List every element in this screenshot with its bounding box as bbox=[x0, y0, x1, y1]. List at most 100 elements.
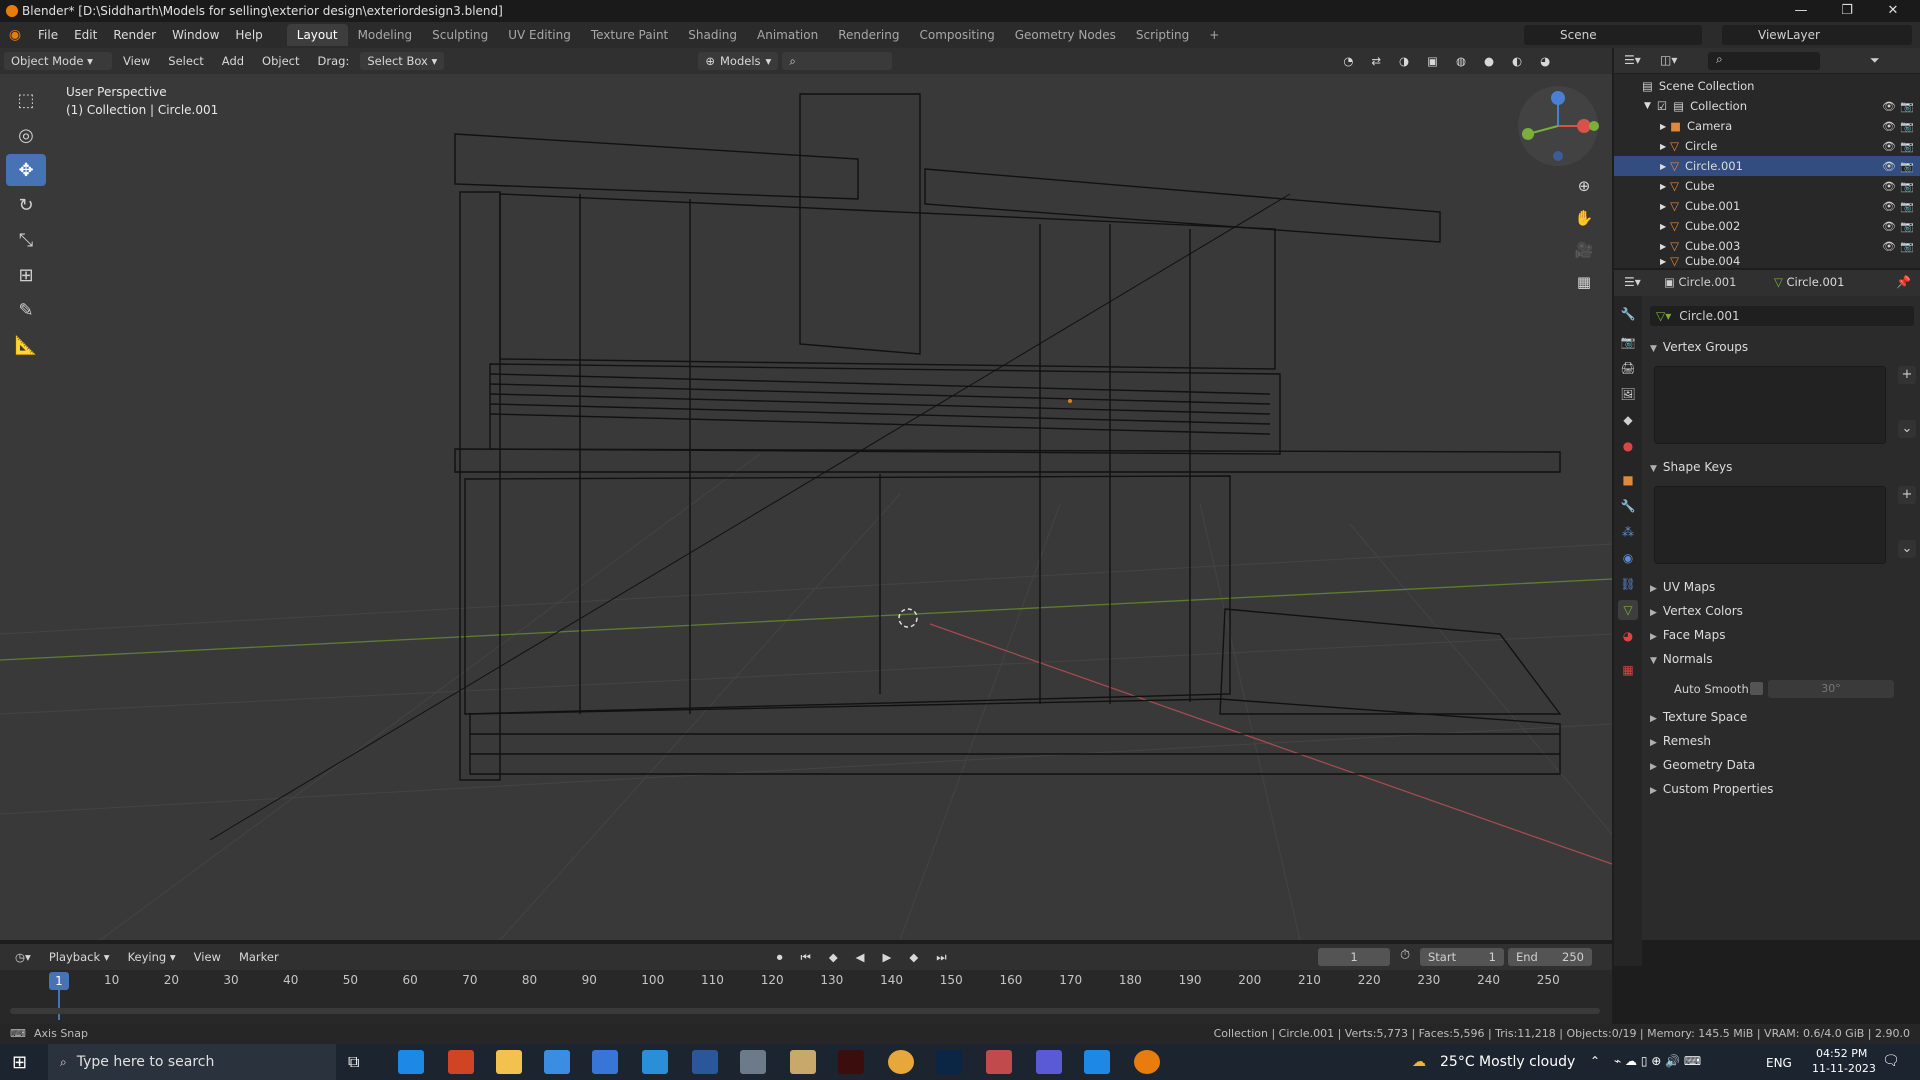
scale-tool-icon[interactable]: ⤡ bbox=[6, 224, 46, 256]
select-box-tool-icon[interactable]: ⬚ bbox=[6, 84, 46, 116]
notifications-icon[interactable]: 🗨 bbox=[1882, 1053, 1900, 1069]
pin-icon[interactable]: 📌 bbox=[1896, 275, 1911, 289]
illustrator-icon[interactable] bbox=[838, 1050, 864, 1074]
viewport-search-input[interactable]: ⌕ bbox=[782, 52, 893, 70]
tool-tab-icon[interactable]: 🔧 bbox=[1618, 304, 1638, 324]
constraints-tab-icon[interactable]: ⛓ bbox=[1618, 574, 1638, 594]
eye-icon[interactable]: 👁 bbox=[1882, 180, 1896, 193]
gizmo-x-icon[interactable] bbox=[1577, 119, 1591, 133]
measure-tool-icon[interactable]: 📐 bbox=[6, 329, 46, 361]
auto-smooth-angle-field[interactable]: 30° bbox=[1768, 680, 1894, 698]
mesh-name-field[interactable]: ▽▾ Circle.001 bbox=[1650, 306, 1914, 326]
eye-icon[interactable]: 👁 bbox=[1882, 140, 1896, 153]
material-shading-icon[interactable]: ◐ bbox=[1505, 52, 1529, 70]
add-workspace-button[interactable]: + bbox=[1199, 24, 1229, 46]
breadcrumb-object[interactable]: ▣ Circle.001 bbox=[1664, 275, 1736, 289]
word-icon[interactable] bbox=[692, 1050, 718, 1074]
render-camera-icon[interactable]: 📷 bbox=[1900, 200, 1914, 213]
menu-file[interactable]: File bbox=[30, 28, 66, 42]
navigation-gizmo[interactable] bbox=[1516, 84, 1600, 168]
particles-tab-icon[interactable]: ⁂ bbox=[1618, 522, 1638, 542]
outliner-search-input[interactable]: ⌕ bbox=[1708, 52, 1820, 70]
playhead[interactable]: 1 bbox=[49, 972, 69, 990]
wireframe-shading-icon[interactable]: ◍ bbox=[1449, 52, 1473, 70]
tab-uv-editing[interactable]: UV Editing bbox=[498, 24, 581, 46]
blender-taskbar-icon[interactable] bbox=[1134, 1050, 1160, 1074]
close-button[interactable]: ✕ bbox=[1870, 0, 1916, 22]
auto-smooth-checkbox[interactable] bbox=[1750, 682, 1763, 695]
zoom-icon[interactable]: ⊕ bbox=[1568, 172, 1600, 200]
expand-icon[interactable]: ▼ bbox=[1644, 101, 1651, 111]
maximize-button[interactable]: ❐ bbox=[1824, 0, 1870, 22]
breadcrumb-mesh[interactable]: ▽ Circle.001 bbox=[1774, 275, 1844, 289]
menu-window[interactable]: Window bbox=[164, 28, 227, 42]
shape-key-menu-button[interactable]: ⌄ bbox=[1898, 540, 1916, 558]
render-camera-icon[interactable]: 📷 bbox=[1900, 120, 1914, 133]
render-camera-icon[interactable]: 📷 bbox=[1900, 180, 1914, 193]
eye-icon[interactable]: 👁 bbox=[1882, 100, 1896, 113]
scene-tab-icon[interactable]: ◆ bbox=[1618, 410, 1638, 430]
photoshop-icon[interactable] bbox=[936, 1050, 962, 1074]
eye-icon[interactable]: 👁 bbox=[1882, 160, 1896, 173]
panel-custom-properties[interactable]: ▶ Custom Properties bbox=[1650, 782, 1914, 796]
cursor-tool-icon[interactable]: ◎ bbox=[6, 119, 46, 151]
weather-text[interactable]: 25°C Mostly cloudy bbox=[1440, 1054, 1575, 1070]
jump-end-icon[interactable]: ⏭ bbox=[929, 948, 953, 966]
eye-icon[interactable]: 👁 bbox=[1882, 240, 1896, 253]
outliner-collection[interactable]: ▼ ☑ ▤ Collection 👁 📷 bbox=[1614, 96, 1920, 116]
panel-vertex-groups[interactable]: ▼ Vertex Groups bbox=[1650, 340, 1914, 354]
overlay-icon[interactable]: ◑ bbox=[1392, 52, 1416, 70]
transform-tool-icon[interactable]: ⊞ bbox=[6, 259, 46, 291]
file-explorer-icon[interactable] bbox=[496, 1050, 522, 1074]
menu-edit[interactable]: Edit bbox=[66, 28, 105, 42]
expand-icon[interactable]: ▶ bbox=[1660, 162, 1666, 171]
play-icon[interactable]: ▶ bbox=[876, 948, 899, 966]
texture-tab-icon[interactable]: ▦ bbox=[1618, 660, 1638, 680]
eye-icon[interactable]: 👁 bbox=[1882, 220, 1896, 233]
expand-icon[interactable]: ▶ bbox=[1660, 122, 1666, 131]
tab-scripting[interactable]: Scripting bbox=[1126, 24, 1199, 46]
vertex-group-menu-button[interactable]: ⌄ bbox=[1898, 420, 1916, 438]
3d-cursor[interactable] bbox=[898, 608, 918, 628]
telegram-icon[interactable] bbox=[642, 1050, 668, 1074]
annotate-tool-icon[interactable]: ✎ bbox=[6, 294, 46, 326]
world-tab-icon[interactable]: ● bbox=[1618, 436, 1638, 456]
menu-select[interactable]: Select bbox=[161, 52, 210, 70]
expand-icon[interactable]: ▶ bbox=[1660, 222, 1666, 231]
tray-icons[interactable]: ⌁ ☁ ▯ ⊕ 🔊 ⌨ bbox=[1614, 1054, 1701, 1068]
tab-compositing[interactable]: Compositing bbox=[909, 24, 1004, 46]
modifier-tab-icon[interactable]: 🔧 bbox=[1618, 496, 1638, 516]
outliner-item-circle[interactable]: ▶ ▽ Circle 👁 📷 bbox=[1614, 136, 1920, 156]
rotate-tool-icon[interactable]: ↻ bbox=[6, 189, 46, 221]
end-frame-field[interactable]: End 250 bbox=[1508, 948, 1592, 966]
outliner-root[interactable]: ▤ Scene Collection bbox=[1614, 76, 1920, 96]
app-icon[interactable] bbox=[790, 1050, 816, 1074]
expand-icon[interactable]: ▶ bbox=[1660, 242, 1666, 251]
pan-hand-icon[interactable]: ✋ bbox=[1568, 204, 1600, 232]
next-keyframe-icon[interactable]: ◆ bbox=[902, 948, 925, 966]
outliner-item-cube-002[interactable]: ▶ ▽ Cube.002 👁 📷 bbox=[1614, 216, 1920, 236]
render-shading-icon[interactable]: ◕ bbox=[1533, 52, 1557, 70]
prev-keyframe-icon[interactable]: ◆ bbox=[822, 948, 845, 966]
gizmo-icon[interactable]: ⇄ bbox=[1364, 52, 1388, 70]
expand-icon[interactable]: ▶ bbox=[1660, 182, 1666, 191]
tab-shading[interactable]: Shading bbox=[678, 24, 747, 46]
physics-tab-icon[interactable]: ◉ bbox=[1618, 548, 1638, 568]
panel-geometry-data[interactable]: ▶ Geometry Data bbox=[1650, 758, 1914, 772]
scene-selector[interactable]: Scene bbox=[1524, 25, 1702, 45]
timeline-view-menu[interactable]: View bbox=[187, 948, 228, 966]
add-shape-key-button[interactable]: + bbox=[1898, 486, 1916, 504]
viewlayer-selector[interactable]: ViewLayer bbox=[1722, 25, 1912, 45]
render-camera-icon[interactable]: 📷 bbox=[1900, 240, 1914, 253]
clock-time[interactable]: 04:52 PM bbox=[1816, 1047, 1867, 1060]
shape-keys-list[interactable] bbox=[1654, 486, 1886, 564]
panel-vertex-colors[interactable]: ▶ Vertex Colors bbox=[1650, 604, 1914, 618]
tab-rendering[interactable]: Rendering bbox=[828, 24, 909, 46]
move-tool-icon[interactable]: ✥ bbox=[6, 154, 46, 186]
expand-icon[interactable]: ▶ bbox=[1660, 257, 1666, 266]
outliner-item-cube-001[interactable]: ▶ ▽ Cube.001 👁 📷 bbox=[1614, 196, 1920, 216]
menu-help[interactable]: Help bbox=[227, 28, 270, 42]
menu-object[interactable]: Object bbox=[255, 52, 306, 70]
ortho-grid-icon[interactable]: ▦ bbox=[1568, 268, 1600, 296]
panel-shape-keys[interactable]: ▼ Shape Keys bbox=[1650, 460, 1914, 474]
